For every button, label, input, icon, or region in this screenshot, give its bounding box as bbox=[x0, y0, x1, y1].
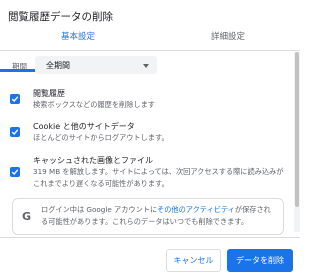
tab-advanced[interactable]: 詳細設定 bbox=[211, 30, 245, 42]
time-range-select[interactable]: 全期間 bbox=[35, 56, 157, 74]
cookies-description: ほとんどのサイトからログアウトします。 bbox=[33, 133, 169, 142]
browsing-history-title: 閲覧履歴 bbox=[33, 89, 65, 98]
time-range-label: 期間 bbox=[12, 62, 27, 71]
tab-bar: 基本設定 詳細設定 bbox=[0, 22, 300, 72]
account-info-text: ログイン中は Google アカウントにその他のアクティビティが保存される可能性… bbox=[41, 204, 277, 227]
cookies-title: Cookie と他のサイトデータ bbox=[33, 122, 135, 131]
info-text-before: ログイン中は Google アカウントに bbox=[41, 205, 158, 214]
checkmark-icon bbox=[11, 96, 19, 103]
browsing-history-description: 検索ボックスなどの履歴を削除します bbox=[33, 100, 155, 109]
scrollbar[interactable] bbox=[294, 52, 300, 232]
cache-checkbox[interactable] bbox=[10, 167, 20, 177]
time-range-row: 期間 全期間 bbox=[12, 56, 157, 76]
scrollbar-thumb[interactable] bbox=[295, 52, 299, 207]
tab-basic[interactable]: 基本設定 bbox=[61, 30, 95, 42]
footer-divider bbox=[0, 237, 300, 238]
google-g-icon: G bbox=[22, 210, 32, 223]
cookies-checkbox[interactable] bbox=[10, 127, 20, 137]
clear-browsing-data-dialog: 閲覧履歴データの削除 基本設定 詳細設定 期間 全期間 閲覧履歴 検索ボックスな… bbox=[0, 0, 300, 280]
other-activity-link[interactable]: その他のアクティビティ bbox=[157, 205, 235, 214]
browsing-history-checkbox[interactable] bbox=[10, 94, 20, 104]
checkmark-icon bbox=[11, 129, 19, 136]
cache-description: 319 MB を解放します。サイトによっては、次回アクセスする際に読み込みがこれ… bbox=[33, 167, 284, 188]
cache-title: キャッシュされた画像とファイル bbox=[33, 156, 153, 165]
account-info-box: G ログイン中は Google アカウントにその他のアクティビティが保存される可… bbox=[12, 198, 284, 235]
cancel-button[interactable]: キャンセル bbox=[166, 249, 221, 272]
checkmark-icon bbox=[11, 169, 19, 176]
delete-data-button[interactable]: データを削除 bbox=[227, 249, 293, 272]
time-range-value: 全期間 bbox=[46, 61, 70, 70]
dropdown-arrow-icon bbox=[143, 64, 149, 68]
